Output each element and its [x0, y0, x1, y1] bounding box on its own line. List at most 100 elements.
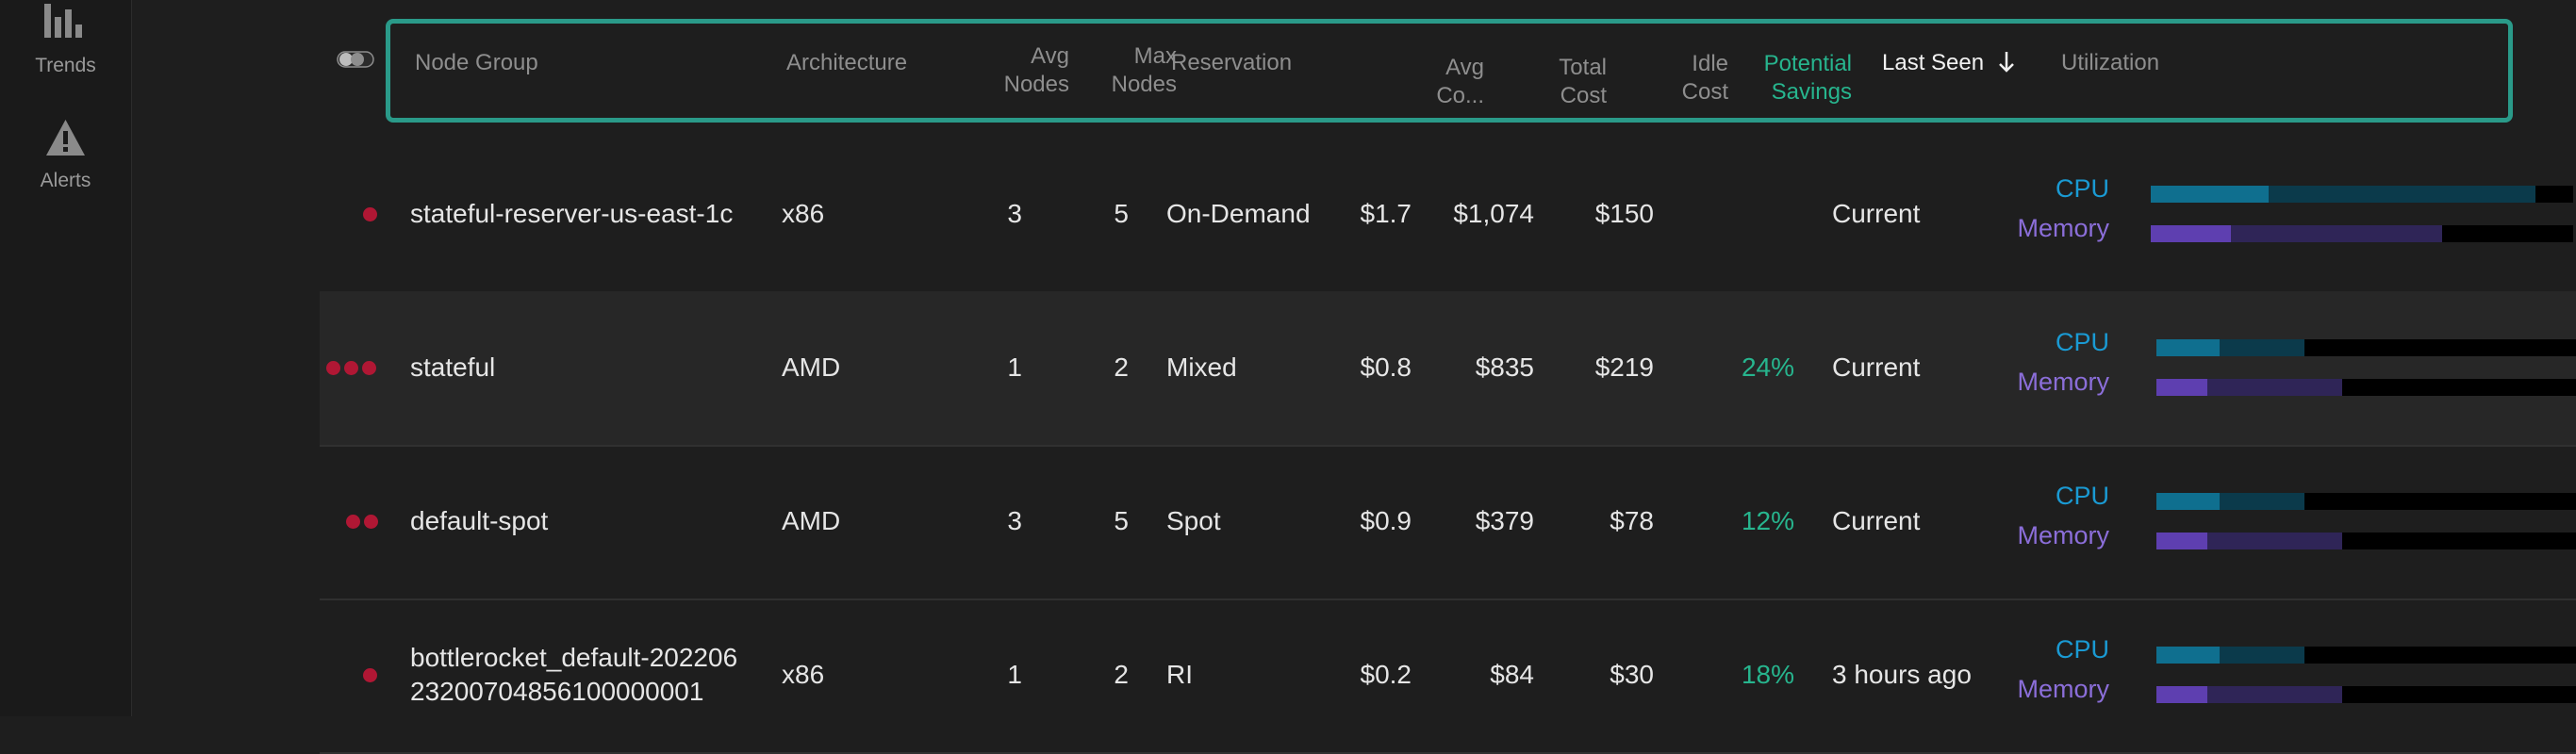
memory-used-fill [2156, 686, 2207, 703]
reservation-cell: On-Demand [1166, 199, 1311, 228]
status-dot-icon [364, 515, 378, 529]
avg-nodes-cell: 3 [1007, 199, 1022, 228]
column-header-potential-savings[interactable]: Potential Savings [1710, 50, 1852, 107]
cpu-label: CPU [2055, 328, 2109, 356]
node-group-name: stateful [410, 352, 496, 382]
node-group-name: stateful-reserver-us-east-1c [410, 199, 734, 228]
reservation-cell: RI [1166, 660, 1193, 689]
memory-used-fill [2156, 379, 2207, 396]
table-row[interactable]: bottlerocket_default-202206 2320070485610… [320, 598, 2576, 754]
node-group-name: bottlerocket_default-202206 [410, 643, 738, 672]
savings-cell: 24% [1741, 352, 1794, 382]
status-dots [326, 361, 376, 375]
max-nodes-cell: 2 [1114, 660, 1129, 689]
table-row[interactable]: default-spot AMD 3 5 Spot $0.9 $379 $78 12% Curre… [320, 445, 2576, 600]
status-dot-icon [326, 361, 340, 375]
cpu-utilization-bar [2156, 647, 2576, 664]
memory-utilization-bar [2151, 225, 2573, 242]
cpu-label: CPU [2055, 174, 2109, 203]
memory-label: Memory [2017, 214, 2109, 242]
memory-used-fill [2156, 533, 2207, 549]
node-group-name: 23200704856100000001 [410, 677, 704, 706]
cpu-utilization-bar [2156, 493, 2576, 510]
column-header-line: Cost [1560, 83, 1607, 108]
status-dot-icon [363, 668, 377, 682]
column-header-avg-cost[interactable]: Avg Co... [1390, 54, 1484, 110]
sidebar-item-label: Alerts [40, 170, 91, 191]
architecture-cell: AMD [782, 506, 841, 535]
cpu-used-fill [2151, 186, 2270, 203]
max-nodes-cell: 5 [1114, 199, 1129, 228]
architecture-cell: x86 [782, 199, 825, 228]
savings-cell: 12% [1741, 506, 1794, 535]
last-seen-cell: Current [1832, 199, 1921, 228]
table-row[interactable]: stateful-reserver-us-east-1c x86 3 5 On-Dema… [320, 138, 2576, 293]
column-header-line: Total [1559, 55, 1607, 80]
cpu-utilization-bar [2156, 339, 2576, 356]
status-dot-icon [346, 515, 360, 529]
avg-nodes-cell: 1 [1007, 660, 1022, 689]
column-header-architecture[interactable]: Architecture [786, 49, 907, 77]
avg-cost-cell: $0.2 [1360, 660, 1412, 689]
cpu-label: CPU [2055, 635, 2109, 664]
memory-label: Memory [2017, 368, 2109, 396]
node-group-name: default-spot [410, 506, 549, 535]
warning-icon [46, 120, 85, 156]
column-header-line: Savings [1771, 79, 1852, 105]
reservation-cell: Mixed [1166, 352, 1237, 382]
column-header-line: Co... [1436, 83, 1484, 108]
bar-chart-icon [44, 4, 82, 38]
last-seen-cell: Current [1832, 352, 1921, 382]
memory-label: Memory [2017, 521, 2109, 549]
main-content: Node Group Architecture Avg Nodes Max No… [131, 0, 2576, 754]
column-header-line: Nodes [1111, 72, 1177, 97]
avg-nodes-cell: 1 [1007, 352, 1022, 382]
status-dots [346, 515, 378, 529]
avg-nodes-cell: 3 [1007, 506, 1022, 535]
sidebar-item-trends[interactable]: Trends [0, 0, 131, 76]
reservation-cell: Spot [1166, 506, 1221, 535]
total-cost-cell: $84 [1490, 660, 1534, 689]
last-seen-cell: 3 hours ago [1832, 660, 1972, 689]
total-cost-cell: $1,074 [1453, 199, 1534, 228]
max-nodes-cell: 5 [1114, 506, 1129, 535]
memory-label: Memory [2017, 675, 2109, 703]
table-row[interactable]: stateful AMD 1 2 Mixed $0.8 $835 $219 24% Current… [320, 291, 2576, 447]
column-header-max-nodes[interactable]: Max Nodes [1069, 42, 1177, 99]
sidebar-item-alerts[interactable]: Alerts [0, 117, 131, 191]
column-header-line: Avg [1445, 55, 1484, 80]
status-dots [363, 668, 377, 682]
column-header-total-cost[interactable]: Total Cost [1484, 54, 1607, 110]
column-header-line: Max [1133, 43, 1177, 69]
idle-cost-cell: $150 [1594, 199, 1654, 228]
column-header-utilization[interactable]: Utilization [2061, 49, 2159, 77]
avg-cost-cell: $1.7 [1360, 199, 1412, 228]
status-dot-icon [362, 361, 376, 375]
column-header-line: Potential [1763, 51, 1852, 76]
column-header-avg-nodes[interactable]: Avg Nodes [937, 42, 1069, 99]
cpu-used-fill [2156, 647, 2221, 664]
avg-cost-cell: $0.8 [1360, 352, 1412, 382]
cpu-used-fill [2156, 339, 2221, 356]
toggle-columns-icon[interactable] [337, 50, 374, 69]
column-header-reservation[interactable]: Reservation [1171, 49, 1292, 77]
arrow-down-icon [1998, 52, 2014, 73]
last-seen-cell: Current [1832, 506, 1921, 535]
column-header-line: Nodes [1003, 72, 1069, 97]
total-cost-cell: $379 [1475, 506, 1534, 535]
memory-utilization-bar [2156, 686, 2576, 703]
avg-cost-cell: $0.9 [1360, 506, 1412, 535]
status-dot-icon [344, 361, 358, 375]
architecture-cell: AMD [782, 352, 841, 382]
savings-cell: 18% [1741, 660, 1794, 689]
column-header-node-group[interactable]: Node Group [415, 49, 538, 77]
column-header-last-seen[interactable]: Last Seen [1882, 49, 2017, 77]
status-dot-icon [363, 207, 377, 221]
column-header-label: Last Seen [1882, 50, 1985, 75]
max-nodes-cell: 2 [1114, 352, 1129, 382]
cpu-label: CPU [2055, 482, 2109, 510]
sidebar: Trends Alerts [0, 0, 132, 716]
table-header: Node Group Architecture Avg Nodes Max No… [386, 19, 2513, 123]
column-header-line: Avg [1031, 43, 1069, 69]
memory-used-fill [2151, 225, 2232, 242]
